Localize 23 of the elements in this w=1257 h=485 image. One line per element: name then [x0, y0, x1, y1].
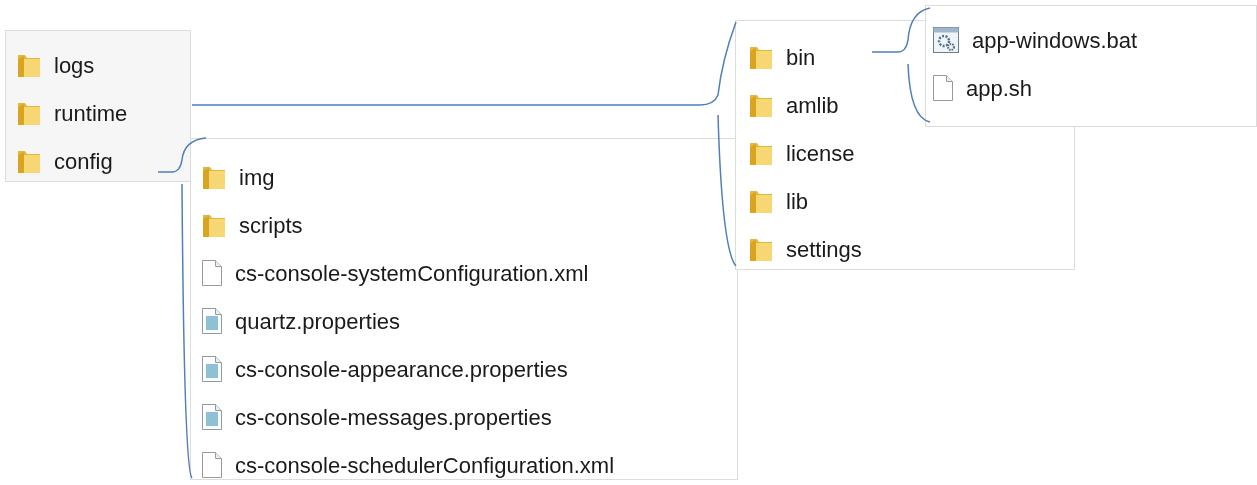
- file-list-item[interactable]: app.sh: [932, 64, 1033, 112]
- file-list-item[interactable]: quartz.properties: [201, 297, 401, 345]
- file-list-item[interactable]: app-windows.bat: [932, 16, 1138, 64]
- file-list-item[interactable]: lib: [748, 177, 808, 225]
- file-list-item[interactable]: runtime: [16, 89, 128, 137]
- document-icon: [932, 74, 954, 102]
- settings-file-icon: [201, 403, 223, 431]
- document-icon: [201, 259, 223, 287]
- file-list-item[interactable]: logs: [16, 41, 95, 89]
- gear-window-icon: [932, 26, 960, 54]
- file-list-item[interactable]: scripts: [201, 201, 303, 249]
- file-list-item[interactable]: img: [201, 153, 275, 201]
- file-list-item[interactable]: cs-console-appearance.properties: [201, 345, 568, 393]
- file-list-item[interactable]: cs-console-systemConfiguration.xml: [201, 249, 589, 297]
- file-list-item[interactable]: cs-console-schedulerConfiguration.xml: [201, 441, 615, 485]
- file-list-item[interactable]: amlib: [748, 81, 839, 129]
- file-list-item[interactable]: settings: [748, 225, 862, 273]
- file-list-item[interactable]: license: [748, 129, 855, 177]
- settings-file-icon: [201, 355, 223, 383]
- file-list-item[interactable]: config: [16, 137, 113, 185]
- settings-file-icon: [201, 307, 223, 335]
- file-list-item[interactable]: bin: [748, 33, 816, 81]
- file-list-item[interactable]: cs-console-messages.properties: [201, 393, 552, 441]
